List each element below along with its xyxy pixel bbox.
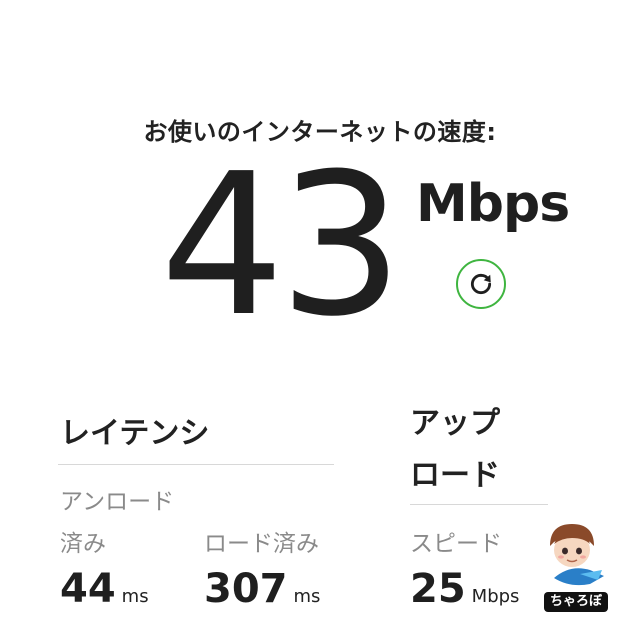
upload-speed-value: 25 bbox=[410, 566, 466, 612]
unloaded-label-line1: アンロード bbox=[60, 489, 175, 515]
mascot-image bbox=[550, 524, 604, 586]
download-speed-value: 43 bbox=[160, 132, 403, 360]
refresh-button[interactable] bbox=[456, 259, 506, 309]
loaded-latency-unit: ms bbox=[293, 586, 321, 607]
unloaded-latency-value: 44 bbox=[60, 566, 116, 612]
upload-divider bbox=[410, 504, 548, 505]
upload-speed: 25 Mbps bbox=[410, 566, 519, 612]
loaded-latency: 307 ms bbox=[204, 566, 320, 612]
upload-title-line1: アップ bbox=[410, 406, 500, 441]
loaded-label: ロード済み bbox=[204, 531, 319, 557]
latency-title: レイテンシ bbox=[60, 416, 210, 451]
unloaded-latency-unit: ms bbox=[121, 586, 149, 607]
refresh-icon bbox=[470, 273, 492, 295]
upload-speed-label: スピード bbox=[410, 531, 502, 557]
upload-title-line2: ロード bbox=[410, 458, 500, 493]
unloaded-label-line2: 済み bbox=[60, 531, 106, 557]
latency-divider bbox=[58, 464, 334, 465]
watermark-badge: ちゃろぼ bbox=[544, 592, 608, 612]
unloaded-latency: 44 ms bbox=[60, 566, 149, 612]
upload-speed-unit: Mbps bbox=[471, 586, 520, 607]
loaded-latency-value: 307 bbox=[204, 566, 288, 612]
download-speed-unit: Mbps bbox=[416, 174, 570, 234]
